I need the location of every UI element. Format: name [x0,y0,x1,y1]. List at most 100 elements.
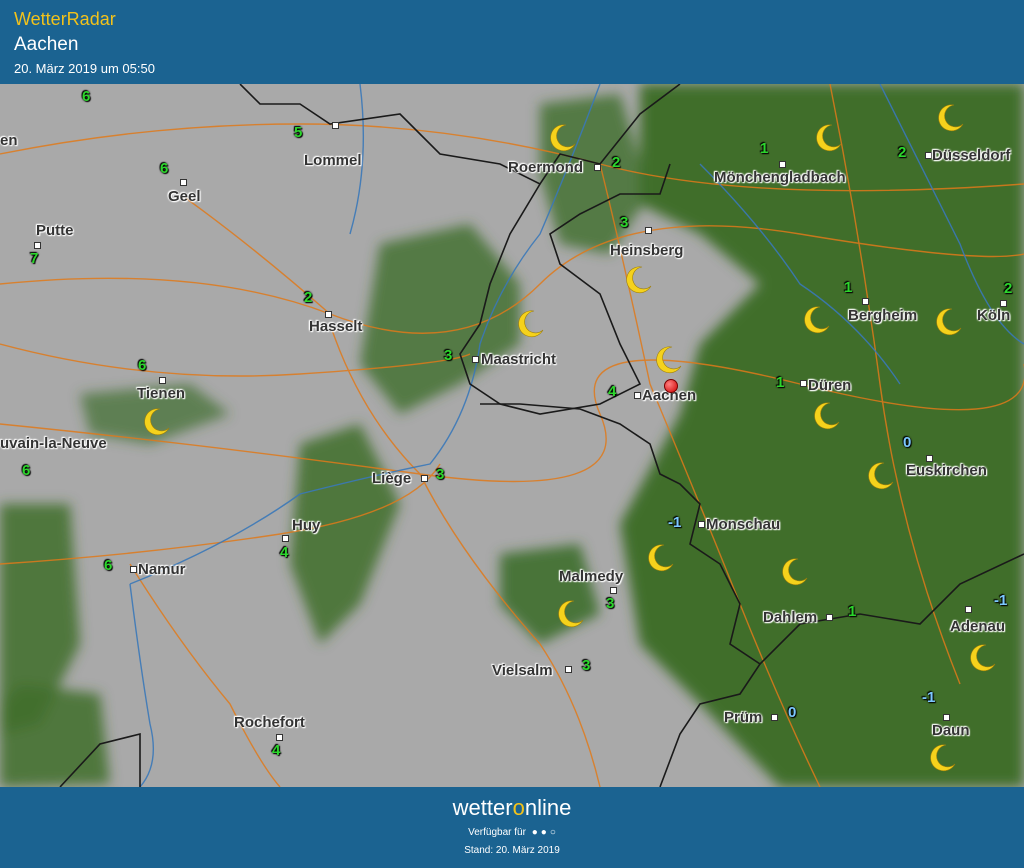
temperature-value: 1 [760,140,768,157]
moon-icon [810,400,842,432]
temperature-value: 3 [620,214,628,231]
city-label: Dahlem [763,609,817,626]
city-dot [332,122,339,129]
city-label: Huy [292,517,320,534]
logo-o: o [513,795,525,820]
temperature-value: -1 [922,689,935,706]
temperature-value: 2 [1004,280,1012,297]
city-label: Malmedy [559,568,623,585]
city-label: Vielsalm [492,662,553,679]
temperature-value: 2 [304,289,312,306]
temperature-value: 6 [138,357,146,374]
city-label: Geel [168,188,201,205]
data-stand: Stand: 20. März 2019 [0,845,1024,856]
city-dot [925,152,932,159]
temperature-value: 2 [898,144,906,161]
city-dot [965,606,972,613]
moon-icon [864,460,896,492]
moon-icon [800,304,832,336]
temperature-value: 6 [82,88,90,105]
moon-icon [966,642,998,674]
availability-label: Verfügbar für [468,827,526,838]
city-dot [325,311,332,318]
city-label: Daun [932,722,970,739]
temperature-value: 6 [160,160,168,177]
temperature-value: 0 [903,434,911,451]
android-icon[interactable]: ● [532,827,538,838]
temperature-value: 7 [30,250,38,267]
city-dot [800,380,807,387]
temperature-value: 3 [436,466,444,483]
temperature-value: 4 [608,383,616,400]
temperature-value: 0 [788,704,796,721]
city-label: Mönchengladbach [714,169,846,186]
temperature-value: 5 [294,124,302,141]
city-label: uvain-la-Neuve [0,435,107,452]
city-label: Köln [977,307,1010,324]
temperature-value: 3 [606,595,614,612]
city-label: Maastricht [481,351,556,368]
city-label: Putte [36,222,74,239]
moon-icon [812,122,844,154]
footer: wetteronline Verfügbar für ●●○ Stand: 20… [0,787,1024,868]
moon-icon [778,556,810,588]
brand-title: WetterRadar [14,9,116,30]
radar-map[interactable]: en Lommel Geel Putte Roermond Mönchengla… [0,84,1024,787]
moon-icon [554,598,586,630]
wetteronline-logo[interactable]: wetteronline [0,795,1024,821]
city-dot [180,179,187,186]
city-dot [826,614,833,621]
city-dot [130,566,137,573]
temperature-value: -1 [994,592,1007,609]
city-dot [862,298,869,305]
city-dot [926,455,933,462]
moon-icon [622,264,654,296]
city-dot [698,521,705,528]
apple-icon[interactable]: ● [541,827,547,838]
city-dot [421,475,428,482]
web-icon[interactable]: ○ [550,827,556,838]
temperature-value: 3 [444,347,452,364]
city-label: Liège [372,470,411,487]
city-dot [943,714,950,721]
city-label: Bergheim [848,307,917,324]
city-label: Roermond [508,159,583,176]
location-pin-icon[interactable] [664,379,678,393]
city-dot [276,734,283,741]
temperature-value: 1 [844,279,852,296]
moon-icon [652,344,684,376]
city-label: Düren [808,377,851,394]
city-dot [634,392,641,399]
temperature-value: 1 [848,603,856,620]
availability: Verfügbar für ●●○ [0,827,1024,838]
city-dot [282,535,289,542]
header: WetterRadar Aachen 20. März 2019 um 05:5… [0,0,1024,84]
moon-icon [932,306,964,338]
city-dot [565,666,572,673]
city-label: Monschau [706,516,780,533]
city-label: en [0,132,18,149]
city-label: Euskirchen [906,462,987,479]
temperature-value: 6 [22,462,30,479]
temperature-value: 6 [104,557,112,574]
logo-text: nline [525,795,571,820]
city-dot [159,377,166,384]
moon-icon [514,308,546,340]
city-label: Heinsberg [610,242,683,259]
city-dot [472,356,479,363]
moon-icon [934,102,966,134]
temperature-value: 4 [272,742,280,759]
temperature-value: 3 [582,657,590,674]
city-label: Düsseldorf [932,147,1010,164]
city-dot [594,164,601,171]
moon-icon [926,742,958,774]
temperature-value: 1 [776,374,784,391]
city-label: Hasselt [309,318,362,335]
timestamp: 20. März 2019 um 05:50 [14,61,155,76]
city-label: Adenau [950,618,1005,635]
city-dot [610,587,617,594]
moon-icon [546,122,578,154]
city-dot [1000,300,1007,307]
city-dot [645,227,652,234]
city-label: Prüm [724,709,762,726]
